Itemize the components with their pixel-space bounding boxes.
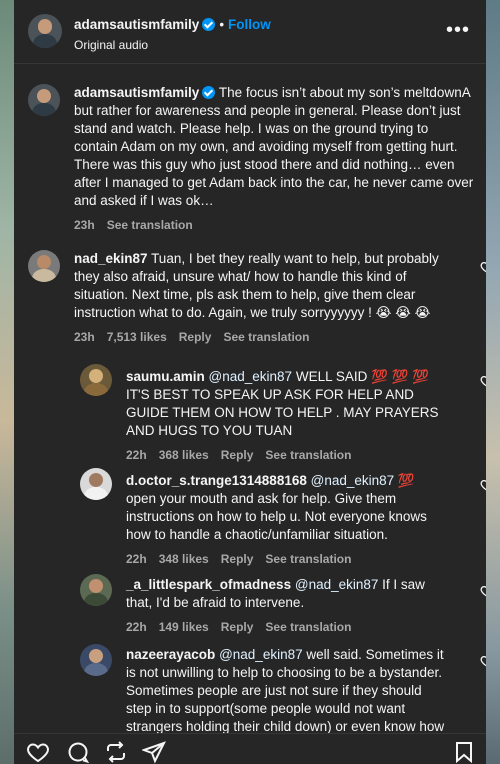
see-translation-link[interactable]: See translation	[265, 448, 351, 462]
reply-time: 22h	[126, 448, 147, 462]
caption-avatar[interactable]	[28, 84, 60, 116]
post-header: adamsautismfamily • Follow Original audio …	[14, 0, 486, 64]
like-heart-icon[interactable]	[480, 260, 486, 274]
reply-likes[interactable]: 348 likes	[159, 552, 209, 566]
comment-time: 23h	[74, 330, 95, 344]
reply-button[interactable]: Reply	[179, 330, 212, 344]
commenter-avatar[interactable]	[28, 250, 60, 282]
more-horizontal-icon[interactable]: •••	[446, 20, 470, 40]
author-avatar[interactable]	[28, 14, 62, 48]
reply-button[interactable]: Reply	[221, 552, 254, 566]
see-translation-link[interactable]: See translation	[265, 620, 351, 634]
background-edge-right	[486, 0, 500, 764]
replier-avatar[interactable]	[80, 468, 112, 500]
reply-username[interactable]: d.octor_s.trange1314888168	[126, 473, 307, 488]
reply-mention[interactable]: @nad_ekin87	[209, 369, 293, 384]
comment-meta: 23h 7,513 likes Reply See translation	[74, 330, 444, 344]
author-username[interactable]: adamsautismfamily	[74, 17, 199, 32]
caption-text: adamsautismfamily The focus isn’t about …	[74, 84, 474, 210]
bookmark-icon[interactable]	[452, 740, 476, 764]
reply-meta: 22h 348 likes Reply See translation	[126, 552, 448, 566]
reply-meta: 22h 368 likes Reply See translation	[126, 448, 448, 462]
reply-meta: 22h 149 likes Reply See translation	[126, 620, 448, 634]
see-translation-link[interactable]: See translation	[223, 330, 309, 344]
verified-badge-icon	[202, 18, 216, 31]
caption-body: The focus isn’t about my son’s meltdownA…	[74, 85, 474, 208]
reply-text: saumu.amin @nad_ekin87 WELL SAID 💯 💯 💯 I…	[126, 368, 448, 440]
reply-mention[interactable]: @nad_ekin87	[219, 647, 303, 662]
follow-button[interactable]: Follow	[228, 17, 271, 32]
reply-text: _a_littlespark_ofmadness @nad_ekin87 If …	[126, 576, 448, 612]
reply-text: d.octor_s.trange1314888168 @nad_ekin87 💯…	[126, 472, 448, 544]
reply-username[interactable]: saumu.amin	[126, 369, 205, 384]
verified-badge-icon	[202, 86, 216, 99]
reply-likes[interactable]: 149 likes	[159, 620, 209, 634]
caption-meta: 23h See translation	[74, 218, 474, 232]
comment-likes[interactable]: 7,513 likes	[107, 330, 167, 344]
comment-username[interactable]: nad_ekin87	[74, 251, 148, 266]
like-heart-icon[interactable]	[480, 374, 486, 388]
comments-panel: adamsautismfamily • Follow Original audio …	[14, 0, 486, 764]
like-heart-icon[interactable]	[480, 654, 486, 668]
replier-avatar[interactable]	[80, 574, 112, 606]
caption-time: 23h	[74, 218, 95, 232]
heart-icon[interactable]	[26, 740, 50, 764]
separator-dot: •	[219, 17, 225, 32]
header-title-row: adamsautismfamily • Follow	[74, 16, 271, 34]
reply-mention[interactable]: @nad_ekin87	[295, 577, 379, 592]
send-icon[interactable]	[141, 740, 166, 764]
reply-username[interactable]: _a_littlespark_ofmadness	[126, 577, 291, 592]
reply-likes[interactable]: 368 likes	[159, 448, 209, 462]
audio-label[interactable]: Original audio	[74, 38, 148, 52]
reply-username[interactable]: nazeerayacob	[126, 647, 215, 662]
reply-button[interactable]: Reply	[221, 620, 254, 634]
see-translation-link[interactable]: See translation	[107, 218, 193, 232]
reply-time: 22h	[126, 552, 147, 566]
reply-mention[interactable]: @nad_ekin87	[311, 473, 395, 488]
reply-time: 22h	[126, 620, 147, 634]
like-heart-icon[interactable]	[480, 478, 486, 492]
comment-icon[interactable]	[66, 740, 90, 764]
like-heart-icon[interactable]	[480, 584, 486, 598]
comment-text: nad_ekin87 Tuan, I bet they really want …	[74, 250, 444, 322]
background-edge-left	[0, 0, 14, 764]
action-bar	[14, 733, 486, 764]
see-translation-link[interactable]: See translation	[265, 552, 351, 566]
share-repost-icon[interactable]	[104, 740, 128, 764]
replier-avatar[interactable]	[80, 644, 112, 676]
caption-username[interactable]: adamsautismfamily	[74, 85, 199, 100]
replier-avatar[interactable]	[80, 364, 112, 396]
reply-button[interactable]: Reply	[221, 448, 254, 462]
